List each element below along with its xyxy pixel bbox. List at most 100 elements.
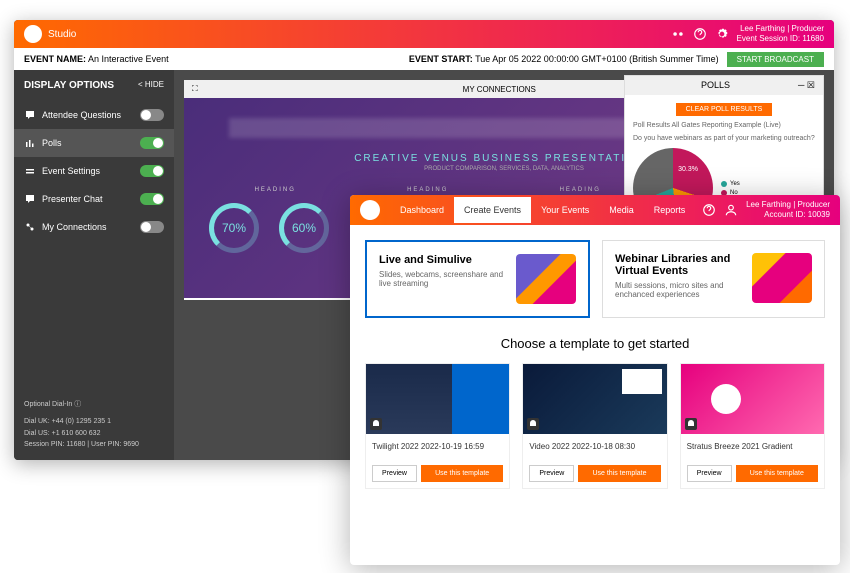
- dashboard-body: Live and Simulive Slides, webcams, scree…: [350, 225, 840, 504]
- sidebar-item[interactable]: My Connections: [14, 213, 174, 241]
- user-meta[interactable]: Lee Farthing | Producer Account ID: 1003…: [746, 200, 830, 219]
- sidebar-item-icon: [24, 193, 36, 205]
- nav-create-events[interactable]: Create Events: [454, 197, 531, 223]
- session-id: Event Session ID: 11680: [737, 34, 824, 44]
- dial-in-info: Optional Dial-In ⓘ Dial UK: +44 (0) 1295…: [14, 389, 174, 460]
- event-bar: EVENT NAME: An Interactive Event EVENT S…: [14, 48, 834, 70]
- display-options-title: DISPLAY OPTIONS: [24, 80, 114, 91]
- section-title: Choose a template to get started: [365, 336, 825, 351]
- template-thumbnail[interactable]: [681, 364, 824, 434]
- dial-in-title: Optional Dial-In ⓘ: [24, 399, 164, 410]
- brand: Studio: [24, 25, 76, 43]
- template-card: Stratus Breeze 2021 Gradient Preview Use…: [680, 363, 825, 489]
- toggle-switch[interactable]: [140, 193, 164, 205]
- use-template-button[interactable]: Use this template: [421, 465, 503, 482]
- use-template-button[interactable]: Use this template: [736, 465, 818, 482]
- sidebar-item-label: My Connections: [42, 222, 107, 232]
- polls-header: POLLS ─ ☒: [625, 76, 823, 95]
- nav-reports[interactable]: Reports: [644, 197, 696, 223]
- preview-button[interactable]: Preview: [529, 465, 574, 482]
- card-desc: Slides, webcams, screenshare and live st…: [379, 270, 506, 288]
- close-icon[interactable]: ☒: [807, 80, 815, 90]
- template-card: Video 2022 2022-10-18 08:30 Preview Use …: [522, 363, 667, 489]
- sidebar: DISPLAY OPTIONS < HIDE Attendee Question…: [14, 70, 174, 460]
- card-live-simulive[interactable]: Live and Simulive Slides, webcams, scree…: [365, 240, 590, 318]
- sidebar-item-icon: [24, 109, 36, 121]
- event-label: EVENT NAME:: [24, 54, 86, 64]
- heading: HEADING: [560, 187, 601, 193]
- card-illustration: [516, 254, 576, 304]
- brand-logo: [360, 200, 380, 220]
- poll-meta: Poll Results All Gates Reporting Example…: [633, 122, 815, 129]
- sidebar-item[interactable]: Presenter Chat: [14, 185, 174, 213]
- sidebar-title: DISPLAY OPTIONS < HIDE: [14, 70, 174, 101]
- card-illustration: [752, 253, 812, 303]
- user-icon[interactable]: [724, 203, 738, 217]
- donut-chart: 70%: [209, 203, 259, 253]
- dashboard-window: Dashboard Create Events Your Events Medi…: [350, 195, 840, 565]
- template-name: Video 2022 2022-10-18 08:30: [523, 434, 666, 459]
- person-icon: [527, 418, 539, 430]
- preview-button[interactable]: Preview: [687, 465, 732, 482]
- card-desc: Multi sessions, micro sites and enchance…: [615, 281, 742, 299]
- event-start-label: EVENT START:: [409, 54, 473, 64]
- poll-question: Do you have webinars as part of your mar…: [633, 135, 815, 142]
- sidebar-item-label: Polls: [42, 138, 62, 148]
- legend-label: Yes: [730, 181, 740, 187]
- event-start-time: Tue Apr 05 2022 00:00:00 GMT+0100 (Briti…: [475, 54, 719, 64]
- toggle-switch[interactable]: [140, 221, 164, 233]
- preview-button[interactable]: Preview: [372, 465, 417, 482]
- nav-dashboard[interactable]: Dashboard: [390, 197, 454, 223]
- user-name: Lee Farthing: [740, 24, 785, 33]
- sidebar-item-icon: [24, 165, 36, 177]
- studio-header: Studio Lee Farthing | Producer Event Ses…: [14, 20, 834, 48]
- clear-poll-button[interactable]: CLEAR POLL RESULTS: [676, 103, 773, 116]
- template-thumbnail[interactable]: [523, 364, 666, 434]
- card-webinar-libraries[interactable]: Webinar Libraries and Virtual Events Mul…: [602, 240, 825, 318]
- sidebar-item-label: Attendee Questions: [42, 110, 121, 120]
- dashboard-header: Dashboard Create Events Your Events Medi…: [350, 195, 840, 225]
- gear-icon[interactable]: [715, 27, 729, 41]
- help-icon[interactable]: [702, 203, 716, 217]
- pie-slice-label: 30.3%: [678, 166, 698, 173]
- sidebar-item[interactable]: Attendee Questions: [14, 101, 174, 129]
- template-thumbnail[interactable]: [366, 364, 509, 434]
- toggle-switch[interactable]: [140, 109, 164, 121]
- start-broadcast-button[interactable]: START BROADCAST: [727, 52, 824, 67]
- nav-media[interactable]: Media: [599, 197, 644, 223]
- panel-title: MY CONNECTIONS: [463, 85, 536, 94]
- minimize-icon[interactable]: ─: [798, 80, 804, 90]
- user-role: Producer: [792, 24, 824, 33]
- brand-logo: [24, 25, 42, 43]
- bell-icon[interactable]: [671, 27, 685, 41]
- template-name: Stratus Breeze 2021 Gradient: [681, 434, 824, 459]
- sidebar-item[interactable]: Event Settings: [14, 157, 174, 185]
- user-meta[interactable]: Lee Farthing | Producer Event Session ID…: [737, 24, 824, 43]
- person-icon: [685, 418, 697, 430]
- pie-legend: Yes No: [721, 181, 740, 196]
- toggle-switch[interactable]: [140, 165, 164, 177]
- dial-pins: Session PIN: 11680 | User PIN: 9690: [24, 439, 164, 450]
- brand-name: Studio: [48, 29, 76, 40]
- sidebar-item-label: Presenter Chat: [42, 194, 103, 204]
- use-template-button[interactable]: Use this template: [578, 465, 660, 482]
- help-icon[interactable]: [693, 27, 707, 41]
- templates-grid: Twilight 2022 2022-10-19 16:59 Preview U…: [365, 363, 825, 489]
- nav-your-events[interactable]: Your Events: [531, 197, 599, 223]
- toggle-switch[interactable]: [140, 137, 164, 149]
- header-actions: Lee Farthing | Producer Event Session ID…: [671, 24, 824, 43]
- dial-us: Dial US: +1 610 600 632: [24, 428, 164, 439]
- template-name: Twilight 2022 2022-10-19 16:59: [366, 434, 509, 459]
- polls-title: POLLS: [701, 80, 730, 91]
- heading: HEADING: [407, 187, 448, 193]
- sidebar-item[interactable]: Polls: [14, 129, 174, 157]
- heading: HEADING: [255, 187, 296, 193]
- hide-sidebar-button[interactable]: < HIDE: [138, 80, 164, 91]
- expand-icon[interactable]: ⛶: [192, 84, 198, 94]
- sidebar-item-icon: [24, 137, 36, 149]
- dial-uk: Dial UK: +44 (0) 1295 235 1: [24, 416, 164, 427]
- event-name: An Interactive Event: [88, 54, 169, 64]
- user-name: Lee Farthing: [746, 200, 791, 209]
- card-title: Live and Simulive: [379, 254, 506, 266]
- user-role: Producer: [798, 200, 830, 209]
